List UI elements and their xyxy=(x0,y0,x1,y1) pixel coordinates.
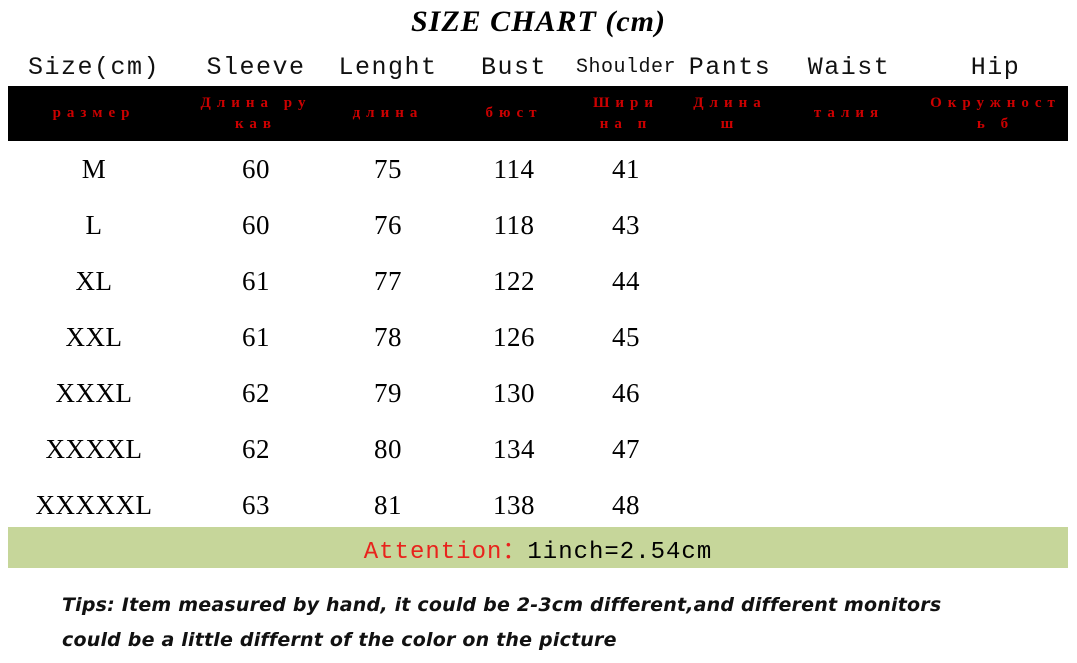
cell-length: 81 xyxy=(374,489,402,520)
cell-shoulder: 41 xyxy=(612,153,640,184)
table-header-english: Size(cm) Sleeve Lenght Bust Shoulder Pan… xyxy=(0,50,1077,84)
cell-bust: 114 xyxy=(493,153,535,184)
header-ru-length: длина xyxy=(352,105,424,121)
cell-sleeve: 60 xyxy=(242,209,270,240)
header-shoulder: Shoulder xyxy=(576,55,676,79)
cell-sleeve: 61 xyxy=(242,265,270,296)
cell-size: L xyxy=(85,209,103,240)
page-title: SIZE CHART (cm) xyxy=(410,5,666,38)
attention-banner: Attention：1inch=2.54cm xyxy=(8,527,1068,568)
cell-size: XL xyxy=(75,265,113,296)
cell-shoulder: 46 xyxy=(612,377,640,408)
cell-length: 75 xyxy=(374,153,402,184)
header-ru-bust: бюст xyxy=(485,105,543,121)
cell-size: XXXXL xyxy=(45,433,143,464)
header-waist: Waist xyxy=(807,52,891,82)
attention-label: Attention： xyxy=(363,538,528,566)
cell-bust: 126 xyxy=(493,321,535,352)
cell-sleeve: 62 xyxy=(242,377,270,408)
cell-length: 78 xyxy=(374,321,402,352)
tips-line-2: could be a little differnt of the color … xyxy=(62,629,617,651)
header-ru-hip: Окружность б xyxy=(930,94,1061,132)
header-ru-pants: Длина ш xyxy=(693,94,767,132)
cell-bust: 138 xyxy=(493,489,535,520)
table-header-russian-band: размер Длина рукав длина бюст Ширина п Д… xyxy=(8,86,1068,141)
header-size: Size(cm) xyxy=(27,52,161,82)
header-pants: Pants xyxy=(688,52,772,82)
header-ru-sleeve: Длина рукав xyxy=(200,94,312,132)
table-row: L 60 76 118 43 xyxy=(0,197,1077,253)
table-row: XXXXL 62 80 134 47 xyxy=(0,421,1077,477)
header-sleeve: Sleeve xyxy=(206,52,306,82)
tips-line-1: Tips: Item measured by hand, it could be… xyxy=(62,594,942,616)
header-ru-size: размер xyxy=(52,105,136,121)
header-ru-shoulder: Ширина п xyxy=(592,94,660,132)
attention-text: Attention：1inch=2.54cm xyxy=(364,530,712,566)
table-row: XXXXXL 63 81 138 48 xyxy=(0,477,1077,533)
cell-length: 80 xyxy=(374,433,402,464)
cell-size: XXXL xyxy=(55,377,133,408)
header-ru-waist: талия xyxy=(813,105,885,121)
cell-shoulder: 43 xyxy=(612,209,640,240)
cell-bust: 122 xyxy=(493,265,535,296)
cell-sleeve: 61 xyxy=(242,321,270,352)
cell-length: 76 xyxy=(374,209,402,240)
cell-shoulder: 45 xyxy=(612,321,640,352)
cell-size: M xyxy=(81,153,107,184)
cell-length: 79 xyxy=(374,377,402,408)
cell-size: XXL xyxy=(65,321,123,352)
cell-bust: 130 xyxy=(493,377,535,408)
header-hip: Hip xyxy=(970,52,1021,82)
tips-note: Tips: Item measured by hand, it could be… xyxy=(62,588,1022,658)
cell-sleeve: 63 xyxy=(242,489,270,520)
cell-size: XXXXXL xyxy=(35,489,153,520)
header-length: Lenght xyxy=(338,52,438,82)
cell-bust: 118 xyxy=(493,209,535,240)
cell-shoulder: 48 xyxy=(612,489,640,520)
cell-length: 77 xyxy=(374,265,402,296)
table-row: XXL 61 78 126 45 xyxy=(0,309,1077,365)
table-row: XXXL 62 79 130 46 xyxy=(0,365,1077,421)
table-row: M 60 75 114 41 xyxy=(0,141,1077,197)
cell-shoulder: 47 xyxy=(612,433,640,464)
attention-value: 1inch=2.54cm xyxy=(527,538,713,566)
table-row: XL 61 77 122 44 xyxy=(0,253,1077,309)
cell-sleeve: 60 xyxy=(242,153,270,184)
cell-sleeve: 62 xyxy=(242,433,270,464)
cell-shoulder: 44 xyxy=(612,265,640,296)
cell-bust: 134 xyxy=(493,433,535,464)
table-header-russian: размер Длина рукав длина бюст Ширина п Д… xyxy=(0,86,1077,141)
size-chart: SIZE CHART (cm) Size(cm) Sleeve Lenght B… xyxy=(0,0,1077,663)
header-bust: Bust xyxy=(480,52,547,82)
